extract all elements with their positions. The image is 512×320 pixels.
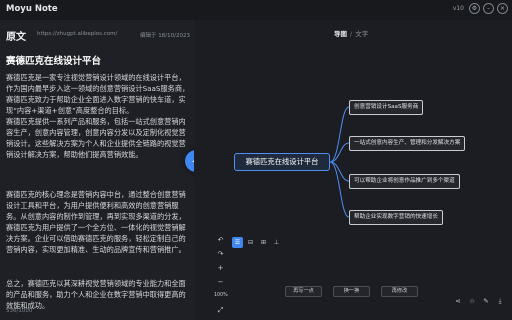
regenerate-button[interactable]: 换一换 (333, 286, 370, 297)
write-more-button[interactable]: 再写一点 (285, 286, 322, 297)
edit-icon[interactable]: ✎ (482, 297, 490, 305)
revise-button[interactable]: 再修改 (381, 286, 418, 297)
source-url[interactable]: https://zhugpt.alibeplos.com/ (37, 31, 117, 37)
layout-toolbar: ☰ ⊟ ⊞ ⊥ (232, 237, 282, 248)
fullscreen-icon[interactable]: ⤢ (214, 303, 227, 317)
bottom-icon-bar: ⋖ ☆ ✎ ⤓ (454, 297, 504, 305)
layout-tree-icon[interactable]: ⊞ (258, 237, 269, 248)
article-paragraph: 总之，赛德匹克以其深耕视觉营销领域的专业能力和全面的产品和服务，助力个人和企业在… (6, 279, 186, 310)
zoom-in-icon[interactable]: + (214, 261, 227, 275)
mindmap-child-node[interactable]: 帮助企业实现数字营销的快速增长 (349, 210, 443, 225)
source-panel: 原文 https://zhugpt.alibeplos.com/ 编辑于 18/… (0, 20, 194, 320)
layout-left-icon[interactable]: ⊟ (245, 237, 256, 248)
layout-right-icon[interactable]: ☰ (232, 237, 243, 248)
article-title: 赛德匹克在线设计平台 (6, 56, 102, 67)
mindmap-child-node[interactable]: 可以帮助企业将创意作品推广到多个渠道 (349, 174, 460, 189)
source-header: 原文 https://zhugpt.alibeplos.com/ 编辑于 18/… (6, 28, 190, 43)
mindmap-child-node[interactable]: 创意营销设计SaaS服务商 (349, 100, 424, 115)
settings-icon[interactable]: ⚙ (469, 3, 480, 14)
vertical-toolbar: ↶ ↷ + − 100% ⤢ (214, 233, 228, 320)
source-heading: 原文 (6, 32, 26, 43)
mindmap-child-node[interactable]: 一站式创意内容生产、管理和分发解决方案 (349, 136, 466, 151)
download-icon[interactable]: ⤓ (496, 297, 504, 305)
star-icon[interactable]: ☆ (468, 297, 476, 305)
redo-icon[interactable]: ↷ (214, 247, 227, 261)
title-bar: Moyu Note v10 ⚙ – × (0, 0, 512, 20)
minimize-icon[interactable]: – (483, 3, 494, 14)
zoom-level: 100% (214, 293, 228, 298)
undo-icon[interactable]: ↶ (214, 233, 227, 247)
app-title: Moyu Note (6, 4, 58, 14)
action-buttons: 再写一点 换一换 再修改 (285, 286, 418, 297)
zoom-out-icon[interactable]: − (214, 275, 227, 289)
close-icon[interactable]: × (497, 3, 508, 14)
edit-date: 编辑于 18/10/2023 (140, 33, 190, 39)
mindmap-root-node[interactable]: 赛德匹克在线设计平台 (234, 153, 330, 171)
word-count: 536/1000 (6, 308, 33, 314)
layout-org-icon[interactable]: ⊥ (271, 237, 282, 248)
article-paragraph: 赛德匹克提供一系列产品和服务，包括一站式创意营销内容生产，创意内容管理，创意内容… (6, 117, 186, 159)
mindmap-panel: 导图 / 文字 赛德匹克在线设计平台 创意营销设计SaaS服务商 一站式创意内容生产… (194, 20, 512, 320)
article-paragraph: 赛德匹克的核心理念是营销内容中台，通过整合创意营销设计工具和平台，为用户提供便利… (6, 190, 186, 254)
window-controls: v10 ⚙ – × (453, 3, 508, 14)
article-paragraph: 赛德匹克是一家专注视觉营销设计领域的在线设计平台，作为国内最早步入这一领域的创意… (6, 73, 190, 115)
share-icon[interactable]: ⋖ (454, 297, 462, 305)
version-label: v10 (452, 5, 464, 12)
